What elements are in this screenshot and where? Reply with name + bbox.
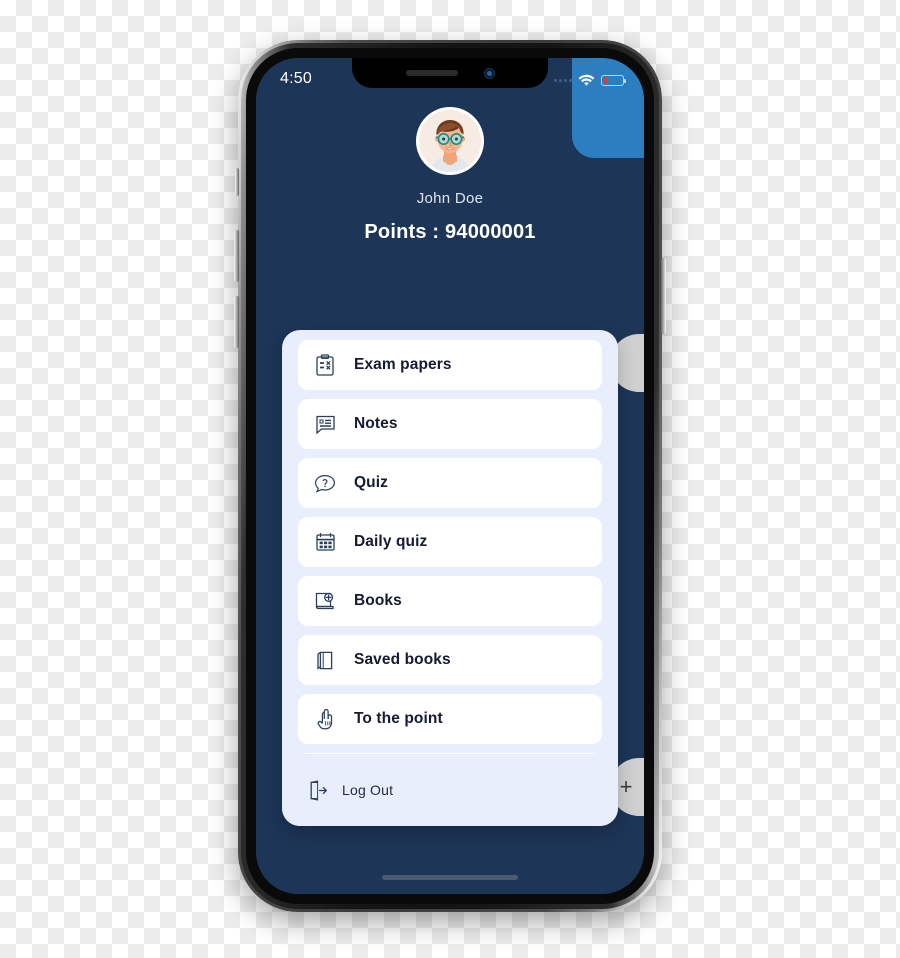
logout-label: Log Out — [342, 782, 394, 798]
status-time: 4:50 — [280, 70, 312, 87]
menu-item-notes[interactable]: Notes — [298, 399, 602, 449]
signal-dots-icon — [554, 78, 572, 82]
saved-books-icon — [314, 649, 336, 671]
navigation-drawer: Exam papers Notes Quiz Daily quiz Books … — [282, 330, 618, 826]
logout-icon — [308, 779, 328, 801]
earpiece-speaker-icon — [405, 70, 458, 76]
question-bubble-icon — [314, 472, 336, 494]
menu-item-label: Notes — [354, 415, 398, 432]
phone-screen: + 4:50 John Doe Points: 94000001 Exam p… — [256, 58, 644, 894]
menu-item-quiz[interactable]: Quiz — [298, 458, 602, 508]
menu-item-books[interactable]: Books — [298, 576, 602, 626]
clipboard-checklist-icon — [314, 354, 336, 376]
phone-device: + 4:50 John Doe Points: 94000001 Exam p… — [234, 40, 666, 912]
menu-item-label: Books — [354, 592, 402, 609]
profile-name: John Doe — [416, 190, 484, 207]
volume-up-button[interactable] — [234, 230, 239, 282]
wifi-icon — [578, 74, 595, 87]
silent-switch-button[interactable] — [235, 168, 239, 196]
volume-down-button[interactable] — [234, 296, 239, 348]
battery-low-icon — [601, 74, 627, 86]
menu-list: Exam papers Notes Quiz Daily quiz Books … — [282, 330, 618, 754]
notes-icon — [314, 413, 336, 435]
menu-item-label: To the point — [354, 710, 443, 727]
status-indicators — [554, 74, 627, 87]
home-indicator[interactable] — [382, 875, 518, 880]
notch — [352, 58, 548, 88]
menu-item-exam-papers[interactable]: Exam papers — [298, 340, 602, 390]
avatar[interactable] — [419, 110, 481, 172]
pointing-hand-icon — [314, 708, 336, 730]
menu-item-label: Daily quiz — [354, 533, 428, 550]
power-button[interactable] — [661, 258, 666, 334]
menu-item-label: Exam papers — [354, 356, 452, 373]
menu-item-label: Saved books — [354, 651, 451, 668]
logout-button[interactable]: Log Out — [282, 754, 618, 826]
plus-icon: + — [619, 774, 633, 799]
calendar-icon — [314, 531, 336, 553]
front-camera-icon — [483, 67, 495, 79]
menu-item-label: Quiz — [354, 474, 388, 491]
menu-item-daily-quiz[interactable]: Daily quiz — [298, 517, 602, 567]
menu-item-saved-books[interactable]: Saved books — [298, 635, 602, 685]
book-add-icon — [314, 590, 336, 612]
profile-points: Points : 94000001 — [364, 221, 536, 243]
menu-item-to-the-point[interactable]: To the point — [298, 694, 602, 744]
profile-header: John Doe Points : 94000001 — [256, 110, 644, 244]
